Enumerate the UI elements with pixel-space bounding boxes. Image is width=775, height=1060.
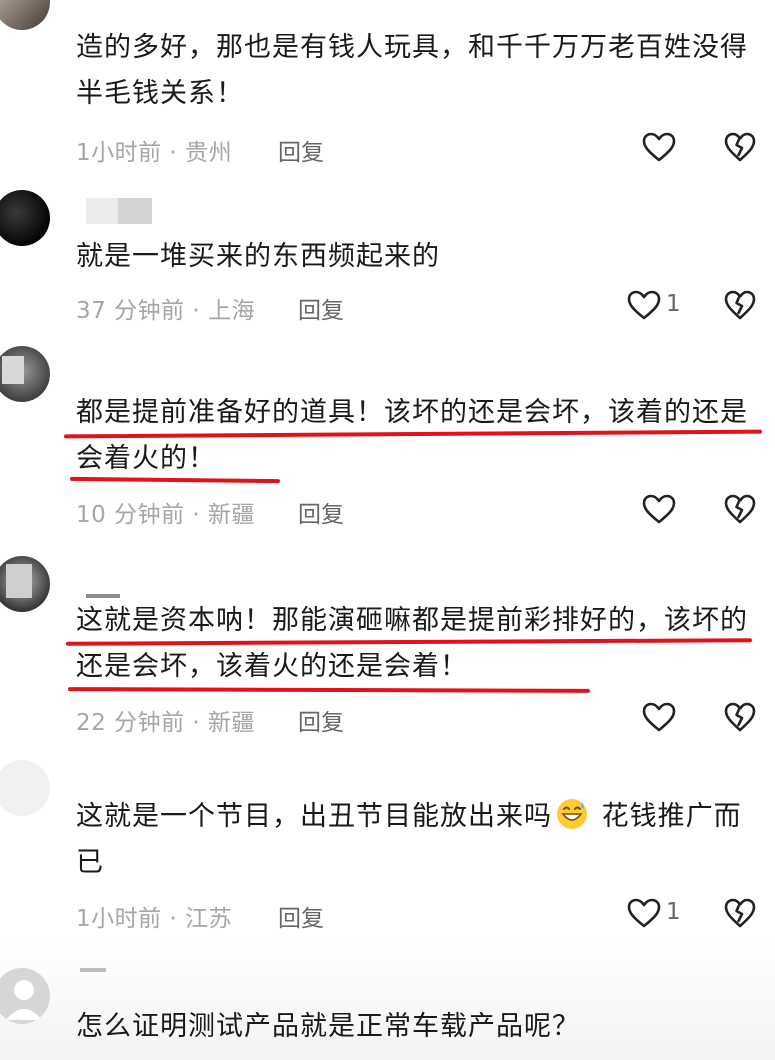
broken-heart-icon[interactable] xyxy=(723,897,757,929)
comment-text-part: 这就是一个节目，出丑节目能放出来吗 xyxy=(76,801,552,832)
avatar[interactable] xyxy=(0,346,50,402)
comment-meta: 1小时前 · 贵州 xyxy=(76,140,233,166)
broken-heart-icon[interactable] xyxy=(723,701,757,733)
avatar[interactable] xyxy=(0,968,50,1024)
comment-meta: 22 分钟前 · 新疆 xyxy=(76,710,256,736)
avatar[interactable] xyxy=(0,0,50,30)
avatar[interactable] xyxy=(0,556,50,612)
broken-heart-icon[interactable] xyxy=(723,493,757,525)
highlight-underline xyxy=(67,687,591,693)
like-count: 1 xyxy=(666,291,681,317)
reply-button[interactable]: 回复 xyxy=(298,495,344,529)
default-avatar-icon xyxy=(6,980,42,1020)
heart-outline-icon[interactable] xyxy=(641,131,677,163)
comment-meta: 10 分钟前 · 新疆 xyxy=(76,502,256,528)
like-count: 1 xyxy=(666,899,681,925)
broken-heart-icon[interactable] xyxy=(723,131,757,163)
comment-text: 就是一堆买来的东西频起来的 xyxy=(76,241,440,272)
heart-outline-icon[interactable] xyxy=(641,701,677,733)
reply-button[interactable]: 回复 xyxy=(298,291,344,325)
grinning-sweat-emoji xyxy=(557,799,587,829)
comment-meta: 1小时前 · 江苏 xyxy=(76,906,233,932)
reply-button[interactable]: 回复 xyxy=(278,133,324,167)
reply-button[interactable]: 回复 xyxy=(278,899,324,933)
reply-button[interactable]: 回复 xyxy=(298,703,344,737)
avatar[interactable] xyxy=(0,760,50,816)
heart-outline-icon[interactable] xyxy=(626,897,662,929)
highlight-underline xyxy=(69,476,281,484)
comment-text: 怎么证明测试产品就是正常车载产品呢？ xyxy=(76,1011,580,1042)
broken-heart-icon[interactable] xyxy=(723,289,757,321)
heart-outline-icon[interactable] xyxy=(626,289,662,321)
comment-text: 造的多好，那也是有钱人玩具，和千千万万老百姓没得半毛钱关系！ xyxy=(76,32,748,109)
comment-text: 这就是一个节目，出丑节目能放出来吗 花钱推广而已 xyxy=(76,794,756,886)
comment-meta: 37 分钟前 · 上海 xyxy=(76,298,256,324)
avatar[interactable] xyxy=(0,190,50,246)
heart-outline-icon[interactable] xyxy=(641,493,677,525)
